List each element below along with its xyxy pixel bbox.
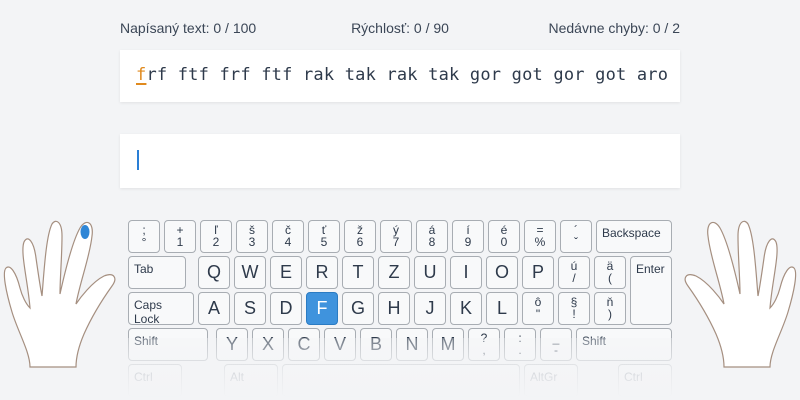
recent-errors-counter: Nedávne chyby: 0 / 2 [548,20,680,36]
key-row2-extra-0[interactable]: ú / [558,256,590,289]
key-tab[interactable]: Tab [128,256,186,289]
key-row1-4[interactable]: č4 [272,220,304,253]
key-row1-1[interactable]: +1 [164,220,196,253]
speed-counter: Rýchlosť: 0 / 90 [351,20,449,36]
key-f[interactable]: F [306,292,338,325]
key-row1-11[interactable]: =% [524,220,556,253]
key-j[interactable]: J [414,292,446,325]
key-row1-8[interactable]: á8 [416,220,448,253]
key-g[interactable]: G [342,292,374,325]
key-t[interactable]: T [342,256,374,289]
key-caps-lock[interactable]: Caps Lock [128,292,194,326]
key-e[interactable]: E [270,256,302,289]
key-k[interactable]: K [450,292,482,325]
typed-text-counter: Napísaný text: 0 / 100 [120,20,257,36]
key-row1-6[interactable]: ž6 [344,220,376,253]
key-q[interactable]: Q [198,256,230,289]
key-row1-5[interactable]: ť5 [308,220,340,253]
key-enter[interactable]: Enter [630,256,672,325]
key-row2-extra-1[interactable]: ä( [594,256,626,289]
key-row1-3[interactable]: š3 [236,220,268,253]
key-d[interactable]: D [270,292,302,325]
key-row3-extra-2[interactable]: ň) [594,292,626,325]
key-row1-12[interactable]: ´ ˇ [560,220,592,253]
key-a[interactable]: A [198,292,230,325]
right-hand-illustration [684,220,797,368]
stats-bar: Napísaný text: 0 / 100 Rýchlosť: 0 / 90 … [120,20,680,40]
key-backspace[interactable]: Backspace [596,220,672,253]
key-o[interactable]: O [486,256,518,289]
remaining-text: rf ftf frf ftf rak tak rak tak gor got g… [146,65,669,85]
index-finger-marker [80,225,90,239]
key-l[interactable]: L [486,292,518,325]
key-row3-extra-0[interactable]: ô " [522,292,554,325]
key-row1-10[interactable]: é0 [488,220,520,253]
text-caret [137,150,139,170]
left-hand-illustration [3,220,116,368]
on-screen-keyboard: ; ° +1 ľ 2 š 3 č 4 ť 5 ž 6 ý 7 á 8 í 9 é 0 =% ´ ˇ Backspace Tab Q W… [128,220,672,398]
key-u[interactable]: U [414,256,446,289]
current-character: f [136,65,147,85]
key-r[interactable]: R [306,256,338,289]
key-row1-0[interactable]: ; ° [128,220,160,253]
lesson-text-panel: frf ftf frf ftf rak tak rak tak gor got … [120,50,680,102]
key-z[interactable]: Z [378,256,410,289]
typing-input[interactable] [120,134,680,188]
key-row1-9[interactable]: í9 [452,220,484,253]
key-s[interactable]: S [234,292,266,325]
keyboard-fade [128,338,672,398]
lesson-text: frf ftf frf ftf rak tak rak tak gor got … [136,65,668,85]
key-row3-extra-1[interactable]: §! [558,292,590,325]
key-row1-7[interactable]: ý7 [380,220,412,253]
key-h[interactable]: H [378,292,410,325]
key-p[interactable]: P [522,256,554,289]
key-w[interactable]: W [234,256,266,289]
key-row1-2[interactable]: ľ2 [200,220,232,253]
key-i[interactable]: I [450,256,482,289]
